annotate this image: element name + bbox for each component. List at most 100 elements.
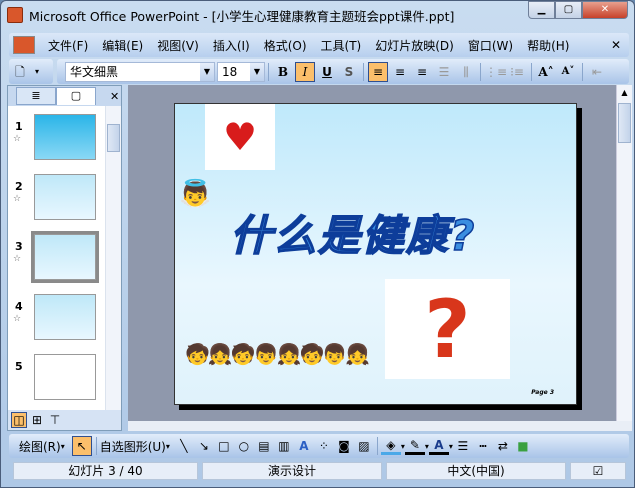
vertical-textbox-icon[interactable]: ▥ xyxy=(274,439,294,453)
menu-view[interactable]: 视图(V) xyxy=(150,37,206,54)
spelling-check-icon[interactable]: ☑ xyxy=(570,462,626,480)
view-buttons: ◫ ⊞ ⊤ xyxy=(8,410,121,430)
select-pointer-icon[interactable]: ↖ xyxy=(71,436,92,456)
vertical-text-icon[interactable]: ⫼ xyxy=(456,62,476,82)
slide-sorter-icon[interactable]: ⊞ xyxy=(29,410,45,430)
draw-menu[interactable]: 绘图(R) xyxy=(19,438,61,455)
maximize-button[interactable]: ▢ xyxy=(555,1,582,19)
new-icon[interactable]: 🗋 xyxy=(10,62,30,82)
slide-editing-area: ♥ 👼 什么是健康? ? 🧒👧🧒👦👧🧒👦👧 Page 3 xyxy=(128,85,617,421)
autoshapes-menu[interactable]: 自选图形(U) xyxy=(100,438,166,455)
slide-scrollbar[interactable]: ▲ xyxy=(616,85,632,421)
minimize-button[interactable]: ▁ xyxy=(528,1,555,19)
fill-color-icon[interactable]: ◈ xyxy=(380,438,401,455)
tab-slides[interactable]: ▢ xyxy=(56,87,96,105)
slide-thumbnail-current[interactable]: 3 ☆ xyxy=(8,231,105,294)
arrow-style-icon[interactable]: ⇄ xyxy=(493,439,513,453)
font-color-icon[interactable]: A xyxy=(428,438,449,455)
slideshow-icon[interactable]: ⊤ xyxy=(47,410,63,430)
status-bar: 幻灯片 3 / 40 演示设计 中文(中国) ☑ xyxy=(1,460,634,482)
font-value: 华文细黑 xyxy=(70,65,119,79)
animation-icon: ☆ xyxy=(13,314,22,324)
slides-pane: ≣ ▢ ✕ 1 ☆ 2 ☆ 3 ☆ 4 ☆ 5 ◫ ⊞ ⊤ xyxy=(7,85,122,431)
slide-number: 3 xyxy=(15,240,23,253)
menu-tools[interactable]: 工具(T) xyxy=(314,37,369,54)
underline-button[interactable]: U xyxy=(317,62,337,82)
powerpoint-window: Microsoft Office PowerPoint - [小学生心理健康教育… xyxy=(0,0,635,488)
question-mark-image: ? xyxy=(385,279,510,379)
dash-style-icon[interactable]: ┅ xyxy=(473,439,493,453)
menu-edit[interactable]: 编辑(E) xyxy=(95,37,150,54)
line-icon[interactable]: ╲ xyxy=(174,439,194,453)
clipart-icon[interactable]: ◙ xyxy=(334,439,354,453)
slide-heading[interactable]: 什么是健康? xyxy=(229,202,476,263)
align-right-icon[interactable]: ≡ xyxy=(412,62,432,82)
rectangle-icon[interactable]: □ xyxy=(214,439,234,453)
slide-thumbnail[interactable]: 2 ☆ xyxy=(8,174,105,234)
increase-font-icon[interactable]: A˄ xyxy=(536,62,556,82)
normal-view-icon[interactable]: ◫ xyxy=(11,412,27,428)
picture-icon[interactable]: ▨ xyxy=(354,439,374,453)
oval-icon[interactable]: ○ xyxy=(234,439,254,453)
slide-number: 4 xyxy=(15,300,23,313)
font-select[interactable]: 华文细黑 ▼ xyxy=(65,61,215,82)
window-title: Microsoft Office PowerPoint - [小学生心理健康教育… xyxy=(29,8,455,24)
wordart-icon[interactable]: A xyxy=(294,439,314,453)
align-left-icon[interactable]: ≡ xyxy=(368,61,388,82)
children-image: 🧒👧🧒👦👧🧒👦👧 xyxy=(185,342,370,366)
decrease-font-icon[interactable]: A˅ xyxy=(558,62,578,82)
close-pane-icon[interactable]: ✕ xyxy=(110,90,119,103)
toolbar-options-icon[interactable]: ▾ xyxy=(32,62,42,82)
scroll-up-icon[interactable]: ▲ xyxy=(617,85,632,101)
menu-bar: 文件(F) 编辑(E) 视图(V) 插入(I) 格式(O) 工具(T) 幻灯片放… xyxy=(9,33,629,57)
align-center-icon[interactable]: ≡ xyxy=(390,62,410,82)
menu-help[interactable]: 帮助(H) xyxy=(520,37,576,54)
close-document-icon[interactable]: ✕ xyxy=(611,38,621,52)
font-size-value: 18 xyxy=(222,64,238,79)
menu-insert[interactable]: 插入(I) xyxy=(206,37,257,54)
slide-thumbnail[interactable]: 4 ☆ xyxy=(8,294,105,354)
textbox-icon[interactable]: ▤ xyxy=(254,439,274,453)
slide-number: 5 xyxy=(15,360,23,373)
horizontal-scrollbar[interactable] xyxy=(128,421,632,431)
menu-format[interactable]: 格式(O) xyxy=(257,37,314,54)
chevron-down-icon: ▼ xyxy=(200,62,214,81)
arrow-icon[interactable]: ↘ xyxy=(194,439,214,453)
status-language: 中文(中国) xyxy=(386,462,566,480)
angel-image: 👼 xyxy=(179,179,212,209)
decrease-indent-icon[interactable]: ⇤ xyxy=(587,62,607,82)
heart-image: ♥ xyxy=(205,104,275,170)
status-design: 演示设计 xyxy=(202,462,382,480)
numbering-icon[interactable]: ⋮≡ xyxy=(485,62,507,82)
slide-thumbnail[interactable]: 5 xyxy=(8,354,105,412)
menu-file[interactable]: 文件(F) xyxy=(41,37,95,54)
status-slide-number: 幻灯片 3 / 40 xyxy=(13,462,198,480)
shadow-button[interactable]: S xyxy=(339,62,359,82)
line-color-icon[interactable]: ✎ xyxy=(404,438,425,455)
document-icon[interactable] xyxy=(13,36,35,54)
chevron-down-icon: ▼ xyxy=(250,62,264,81)
line-style-icon[interactable]: ☰ xyxy=(453,439,473,453)
standard-toolbar: 🗋 ▾ xyxy=(9,59,53,84)
slide-number: 2 xyxy=(15,180,23,193)
menu-window[interactable]: 窗口(W) xyxy=(461,37,520,54)
slide-thumbnail[interactable]: 1 ☆ xyxy=(8,114,105,174)
menu-slideshow[interactable]: 幻灯片放映(D) xyxy=(368,37,461,54)
slide-number: 1 xyxy=(15,120,23,133)
powerpoint-icon xyxy=(7,7,23,23)
tab-outline[interactable]: ≣ xyxy=(16,87,56,105)
font-size-select[interactable]: 18 ▼ xyxy=(217,61,265,82)
diagram-icon[interactable]: ⁘ xyxy=(314,439,334,453)
animation-icon: ☆ xyxy=(13,194,22,204)
close-button[interactable]: ✕ xyxy=(582,1,628,19)
italic-button[interactable]: I xyxy=(295,61,315,82)
bullets-icon[interactable]: ⁝≡ xyxy=(507,62,527,82)
animation-icon: ☆ xyxy=(13,254,22,264)
shadow-style-icon[interactable]: ■ xyxy=(513,439,533,453)
thumbnails-scrollbar[interactable] xyxy=(105,106,121,412)
distribute-icon[interactable]: ☰ xyxy=(434,62,454,82)
formatting-toolbar: 华文细黑 ▼ 18 ▼ B I U S ≡ ≡ ≡ ☰ ⫼ ⋮≡ ⁝≡ A˄ A˅ … xyxy=(57,59,629,84)
page-label: Page 3 xyxy=(531,389,554,396)
bold-button[interactable]: B xyxy=(273,62,293,82)
slide-canvas[interactable]: ♥ 👼 什么是健康? ? 🧒👧🧒👦👧🧒👦👧 Page 3 xyxy=(174,103,577,405)
